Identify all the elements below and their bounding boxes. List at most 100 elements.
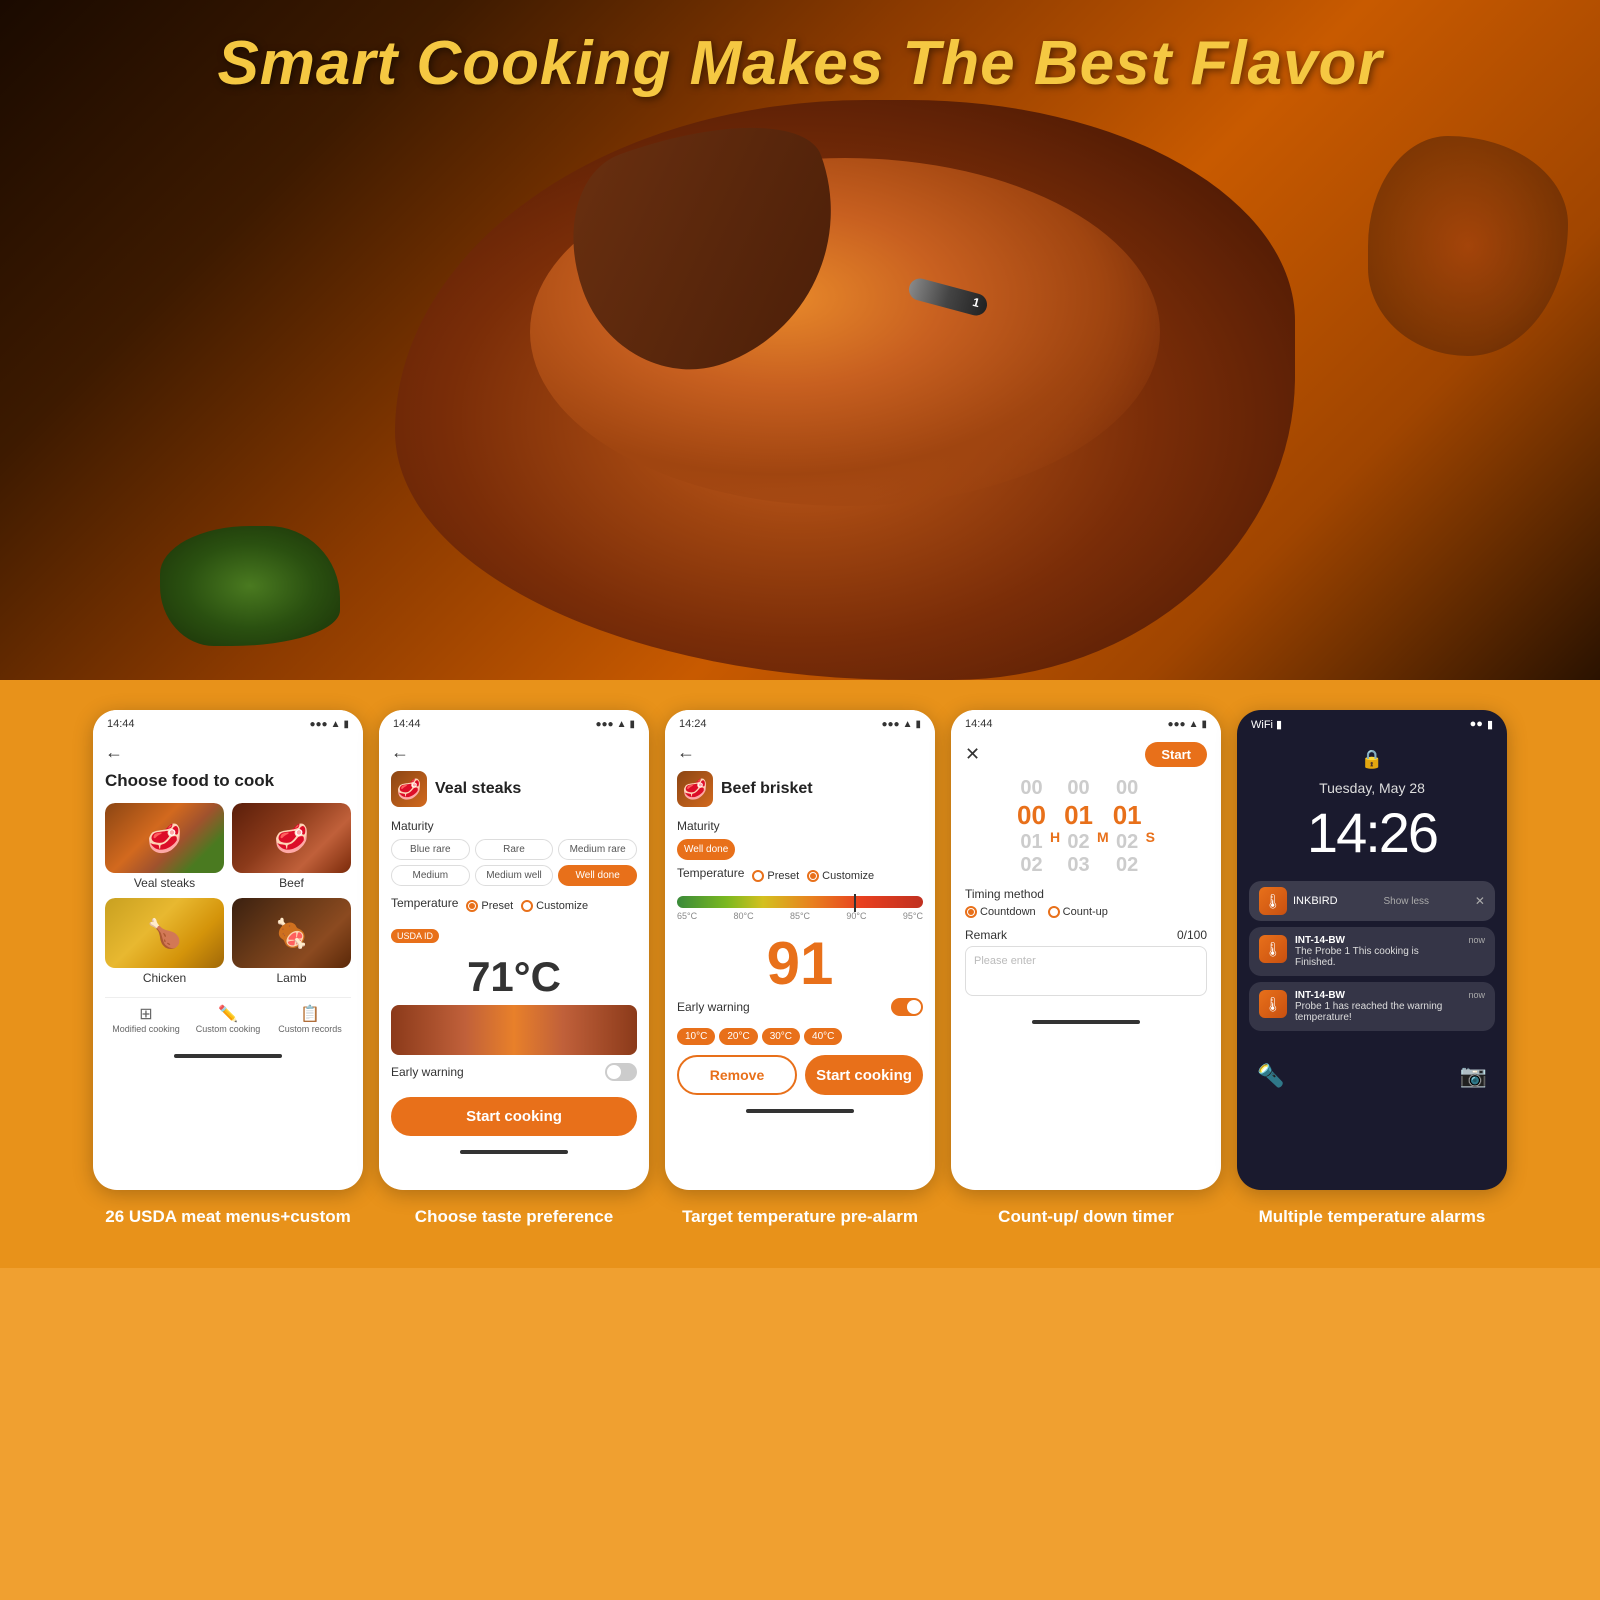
countdown-label: Countdown [980, 906, 1036, 918]
veal-thumb: 🥩 [105, 803, 224, 873]
p2-battery-icon: ▮ [629, 719, 635, 730]
maturity-medium-well[interactable]: Medium well [475, 865, 554, 886]
phone4: 14:44 ●●● ▲ ▮ ✕ Start 00 00 [951, 710, 1221, 1190]
phone3-preset-radio[interactable] [752, 870, 764, 882]
temp-row: Temperature Preset Customize [391, 896, 637, 916]
phone3-early-warning-toggle[interactable] [891, 998, 923, 1016]
temp-gauge: 65°C 80°C 85°C 90°C 95°C [677, 896, 923, 921]
nav-modified-label: Modified cooking [112, 1024, 180, 1034]
countup-option[interactable]: Count-up [1048, 906, 1108, 918]
phone3-back[interactable]: ← [677, 742, 923, 763]
caption-1: 26 USDA meat menus+custom [93, 1206, 363, 1228]
caption-4-text: Count-up/ down timer [951, 1206, 1221, 1228]
maturity-blue-rare[interactable]: Blue rare [391, 839, 470, 860]
chicken-illustration [395, 100, 1295, 680]
countdown-radio[interactable] [965, 906, 977, 918]
phone3-maturity-label: Maturity [677, 819, 923, 833]
remove-button[interactable]: Remove [677, 1055, 797, 1095]
nav-modified[interactable]: ⊞ Modified cooking [105, 1004, 187, 1034]
lock-icon: 🔒 [1361, 749, 1383, 769]
flashlight-icon[interactable]: 🔦 [1257, 1063, 1284, 1089]
tick-3: 85°C [790, 911, 810, 921]
gauge-bar [677, 896, 923, 908]
p2-wifi-icon: ▲ [617, 719, 627, 730]
food-grid: 🥩 Veal steaks 🥩 Beef 🍗 C [105, 803, 351, 985]
preset-label: Preset [481, 900, 513, 912]
warn-chip-10[interactable]: 10°C [677, 1028, 715, 1045]
caption-3: Target temperature pre-alarm [665, 1206, 935, 1228]
remark-label: Remark [965, 928, 1007, 942]
phone2-home-bar [460, 1150, 568, 1154]
food-item-veal[interactable]: 🥩 Veal steaks [105, 803, 224, 890]
countdown-option[interactable]: Countdown [965, 906, 1036, 918]
notif1-content: INT-14-BW The Probe 1 This cooking is Fi… [1295, 935, 1460, 968]
maturity-medium[interactable]: Medium [391, 865, 470, 886]
remark-input-placeholder[interactable]: Please enter [965, 946, 1207, 996]
phone2-time: 14:44 [393, 718, 421, 730]
nav-custom[interactable]: ✏️ Custom cooking [187, 1004, 269, 1034]
notif-app-name-row: 🌡 INKBIRD [1259, 887, 1338, 915]
phone4-start-button[interactable]: Start [1145, 742, 1207, 767]
notification-1[interactable]: 🌡 INT-14-BW The Probe 1 This cooking is … [1249, 927, 1495, 976]
food-item-chicken[interactable]: 🍗 Chicken [105, 898, 224, 985]
phone3-food-header: 🥩 Beef brisket [677, 771, 923, 807]
captions-row: 26 USDA meat menus+custom Choose taste p… [20, 1206, 1580, 1248]
notif1-app-name: INT-14-BW [1295, 935, 1460, 946]
phone1-status-icons: ●●● ▲ ▮ [309, 719, 349, 730]
timer-display: 00 00 01 02 H 00 01 02 03 [965, 777, 1207, 877]
p5-signal-icon: ●● [1470, 718, 1483, 731]
start-cooking-button[interactable]: Start cooking [391, 1097, 637, 1136]
phone4-close[interactable]: ✕ [965, 744, 980, 765]
chicken-thumb: 🍗 [105, 898, 224, 968]
customize-option[interactable]: Customize [521, 900, 588, 912]
camera-icon[interactable]: 📷 [1460, 1063, 1487, 1089]
phone2-content: ← 🥩 Veal steaks Maturity Blue rare Rare … [379, 734, 649, 1144]
countup-radio[interactable] [1048, 906, 1060, 918]
phone3-customize-option[interactable]: Customize [807, 870, 874, 882]
phone4-home-bar [1032, 1020, 1140, 1024]
notif-app-name: INKBIRD [1293, 895, 1338, 907]
p3-signal-icon: ●●● [881, 719, 899, 730]
preset-radio[interactable] [466, 900, 478, 912]
maturity-well-done[interactable]: Well done [558, 865, 637, 886]
signal-icon: ●●● [309, 719, 327, 730]
timer-h-dim-bot2: 02 [1017, 854, 1046, 877]
phone3-well-done[interactable]: Well done [677, 839, 735, 860]
hero-title: Smart Cooking Makes The Best Flavor [0, 28, 1600, 99]
nav-records[interactable]: 📋 Custom records [269, 1004, 351, 1034]
veal-label: Veal steaks [105, 876, 224, 890]
back-arrow[interactable]: ← [105, 742, 351, 763]
maturity-rare[interactable]: Rare [475, 839, 554, 860]
early-warning-toggle[interactable] [605, 1063, 637, 1081]
p4-wifi-icon: ▲ [1189, 719, 1199, 730]
phone2-back[interactable]: ← [391, 742, 637, 763]
food-item-beef[interactable]: 🥩 Beef [232, 803, 351, 890]
timer-s-label-col: S [1146, 809, 1155, 845]
warn-chip-30[interactable]: 30°C [762, 1028, 800, 1045]
phone3-home-bar [746, 1109, 854, 1113]
phone3-temperature-label: Temperature [677, 866, 744, 880]
phone2-status-bar: 14:44 ●●● ▲ ▮ [379, 710, 649, 734]
warn-chip-40[interactable]: 40°C [804, 1028, 842, 1045]
customize-radio[interactable] [521, 900, 533, 912]
phone3-status-bar: 14:24 ●●● ▲ ▮ [665, 710, 935, 734]
lamb-thumb: 🍖 [232, 898, 351, 968]
notification-2[interactable]: 🌡 INT-14-BW Probe 1 has reached the warn… [1249, 982, 1495, 1031]
warn-chip-20[interactable]: 20°C [719, 1028, 757, 1045]
show-less-btn[interactable]: Show less [1383, 896, 1429, 907]
phone3-food-icon: 🥩 [677, 771, 713, 807]
phone3-preset-option[interactable]: Preset [752, 870, 799, 882]
phone3-start-cooking-button[interactable]: Start cooking [805, 1055, 923, 1095]
preset-option[interactable]: Preset [466, 900, 513, 912]
notif1-time: now [1468, 935, 1485, 945]
p4-signal-icon: ●●● [1167, 719, 1185, 730]
close-notif-icon[interactable]: ✕ [1475, 894, 1485, 908]
phone4-status-bar: 14:44 ●●● ▲ ▮ [951, 710, 1221, 734]
food-item-lamb[interactable]: 🍖 Lamb [232, 898, 351, 985]
maturity-medium-rare[interactable]: Medium rare [558, 839, 637, 860]
timer-m-dim-bot2: 03 [1064, 854, 1093, 877]
phone3-customize-radio[interactable] [807, 870, 819, 882]
notif2-app-name: INT-14-BW [1295, 990, 1460, 1001]
caption-4: Count-up/ down timer [951, 1206, 1221, 1228]
lock-icon-area: 🔒 [1237, 739, 1507, 780]
